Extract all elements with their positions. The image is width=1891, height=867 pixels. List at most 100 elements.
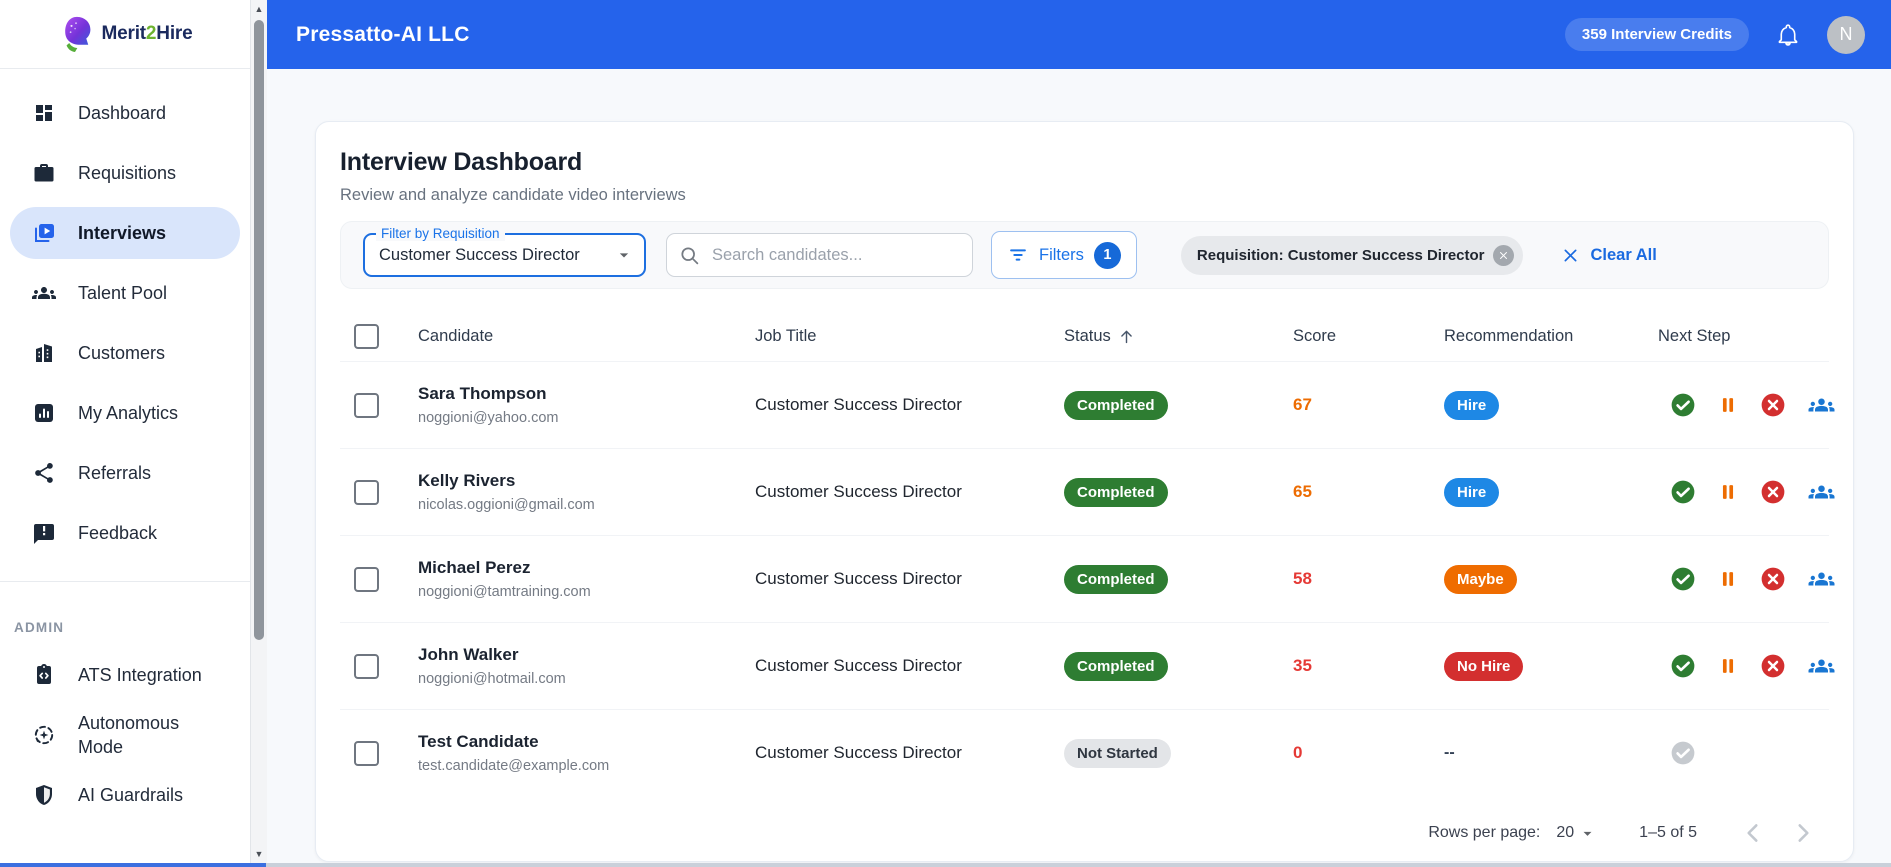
cancel-icon[interactable] — [1760, 479, 1786, 505]
ats-icon — [32, 663, 56, 687]
logo-head-icon — [64, 16, 90, 52]
row-checkbox[interactable] — [354, 479, 379, 505]
next-page-button[interactable] — [1789, 819, 1817, 847]
row-checkbox[interactable] — [354, 653, 379, 679]
rows-per-page-select[interactable]: 20 — [1556, 824, 1597, 843]
search-input[interactable] — [710, 244, 960, 266]
sidebar-item-label: Feedback — [78, 522, 158, 543]
company-title: Pressatto-AI LLC — [296, 22, 470, 46]
column-header-status[interactable]: Status — [1064, 327, 1293, 346]
recommendation-badge: Hire — [1444, 390, 1500, 420]
next-step-actions — [1658, 392, 1836, 418]
sidebar-nav: Dashboard Requisitions Interviews Talent… — [0, 69, 250, 559]
groups-icon[interactable] — [1807, 653, 1836, 679]
clear-all-label: Clear All — [1590, 245, 1657, 264]
row-checkbox[interactable] — [354, 392, 379, 418]
clear-all-button[interactable]: Clear All — [1561, 246, 1657, 265]
candidate-name: Kelly Rivers — [418, 471, 516, 490]
scrollbar-thumb[interactable] — [254, 20, 264, 640]
job-title: Customer Success Director — [755, 656, 962, 675]
sidebar-item-interviews[interactable]: Interviews — [10, 207, 240, 259]
sidebar-item-customers[interactable]: Customers — [10, 327, 240, 379]
column-header-candidate: Candidate — [418, 326, 494, 345]
analytics-icon — [32, 401, 56, 425]
search-icon — [679, 245, 700, 266]
cancel-icon[interactable] — [1760, 566, 1786, 592]
sidebar-scrollbar[interactable]: ▲ ▼ — [250, 0, 267, 863]
candidate-name: Sara Thompson — [418, 384, 547, 403]
sidebar-item-my-analytics[interactable]: My Analytics — [10, 387, 240, 439]
score-value: 0 — [1293, 743, 1303, 762]
sidebar-item-talent-pool[interactable]: Talent Pool — [10, 267, 240, 319]
cancel-icon[interactable] — [1760, 392, 1786, 418]
auto-icon — [32, 723, 56, 747]
scrollbar-up-arrow[interactable]: ▲ — [251, 1, 267, 17]
score-value: 58 — [1293, 569, 1312, 588]
sidebar-item-label: Interviews — [78, 222, 167, 243]
pause-icon[interactable] — [1717, 653, 1739, 679]
scrollbar-down-arrow[interactable]: ▼ — [251, 846, 267, 862]
candidate-email: noggioni@hotmail.com — [418, 671, 566, 687]
select-all-checkbox[interactable] — [354, 323, 379, 349]
sidebar-item-referrals[interactable]: Referrals — [10, 447, 240, 499]
status-badge: Completed — [1064, 564, 1168, 594]
table-row[interactable]: Michael Perez noggioni@tamtraining.com C… — [340, 535, 1829, 622]
status-badge: Completed — [1064, 477, 1168, 507]
groups-icon[interactable] — [1807, 566, 1836, 592]
candidate-name: Test Candidate — [418, 732, 539, 751]
sidebar-item-ai-guardrails[interactable]: AI Guardrails — [10, 769, 240, 821]
job-title: Customer Success Director — [755, 395, 962, 414]
job-title: Customer Success Director — [755, 482, 962, 501]
pagination: Rows per page: 20 1–5 of 5 — [340, 805, 1829, 861]
job-title: Customer Success Director — [755, 743, 962, 762]
window-bottom-edge-left — [0, 863, 266, 867]
sidebar-item-label: Talent Pool — [78, 282, 168, 303]
requisition-filter-select[interactable]: Filter by Requisition Customer Success D… — [363, 226, 646, 277]
pause-icon[interactable] — [1717, 479, 1739, 505]
requisition-filter-label: Filter by Requisition — [376, 226, 505, 241]
briefcase-icon — [32, 161, 56, 185]
main-content: Interview Dashboard Review and analyze c… — [266, 69, 1891, 863]
active-filter-chip[interactable]: Requisition: Customer Success Director — [1180, 235, 1523, 275]
window-bottom-edge-right — [266, 863, 1891, 867]
chip-remove-icon[interactable] — [1492, 244, 1514, 266]
table-row[interactable]: John Walker noggioni@hotmail.com Custome… — [340, 622, 1829, 709]
previous-page-button[interactable] — [1739, 819, 1767, 847]
admin-section-label: ADMIN — [14, 620, 65, 635]
pause-icon[interactable] — [1717, 566, 1739, 592]
table-row[interactable]: Kelly Rivers nicolas.oggioni@gmail.com C… — [340, 448, 1829, 535]
check-circle-icon[interactable] — [1670, 653, 1696, 679]
notifications-bell-icon[interactable] — [1775, 22, 1801, 48]
groups-icon[interactable] — [1807, 479, 1836, 505]
check-circle-icon[interactable] — [1670, 392, 1696, 418]
check-circle-icon[interactable] — [1670, 479, 1696, 505]
sidebar-item-autonomous-mode[interactable]: Autonomous Mode — [10, 709, 240, 761]
groups-icon[interactable] — [1807, 392, 1836, 418]
candidate-email: test.candidate@example.com — [418, 758, 610, 774]
candidate-search — [666, 233, 973, 277]
page-title: Interview Dashboard — [340, 148, 583, 176]
table-row[interactable]: Test Candidate test.candidate@example.co… — [340, 709, 1829, 796]
row-checkbox[interactable] — [354, 566, 379, 592]
check-circle-icon[interactable] — [1670, 566, 1696, 592]
table-row[interactable]: Sara Thompson noggioni@yahoo.com Custome… — [340, 361, 1829, 448]
sidebar-item-dashboard[interactable]: Dashboard — [10, 87, 240, 139]
recommendation-badge: No Hire — [1444, 651, 1524, 681]
candidate-email: nicolas.oggioni@gmail.com — [418, 497, 595, 513]
pagination-range: 1–5 of 5 — [1639, 824, 1697, 841]
sidebar-item-requisitions[interactable]: Requisitions — [10, 147, 240, 199]
filters-button[interactable]: Filters 1 — [991, 231, 1137, 279]
row-checkbox[interactable] — [354, 740, 379, 766]
score-value: 65 — [1293, 482, 1312, 501]
sidebar-divider — [0, 581, 250, 582]
candidate-email: noggioni@yahoo.com — [418, 410, 559, 426]
sidebar-item-ats-integration[interactable]: ATS Integration — [10, 649, 240, 701]
sidebar-item-label: ATS Integration — [78, 664, 202, 685]
cancel-icon[interactable] — [1760, 653, 1786, 679]
status-badge: Not Started — [1064, 738, 1171, 768]
sidebar-item-feedback[interactable]: Feedback — [10, 507, 240, 559]
recommendation-badge: Hire — [1444, 477, 1500, 507]
user-avatar[interactable]: N — [1827, 15, 1865, 54]
next-step-actions — [1658, 653, 1836, 679]
pause-icon[interactable] — [1717, 392, 1739, 418]
